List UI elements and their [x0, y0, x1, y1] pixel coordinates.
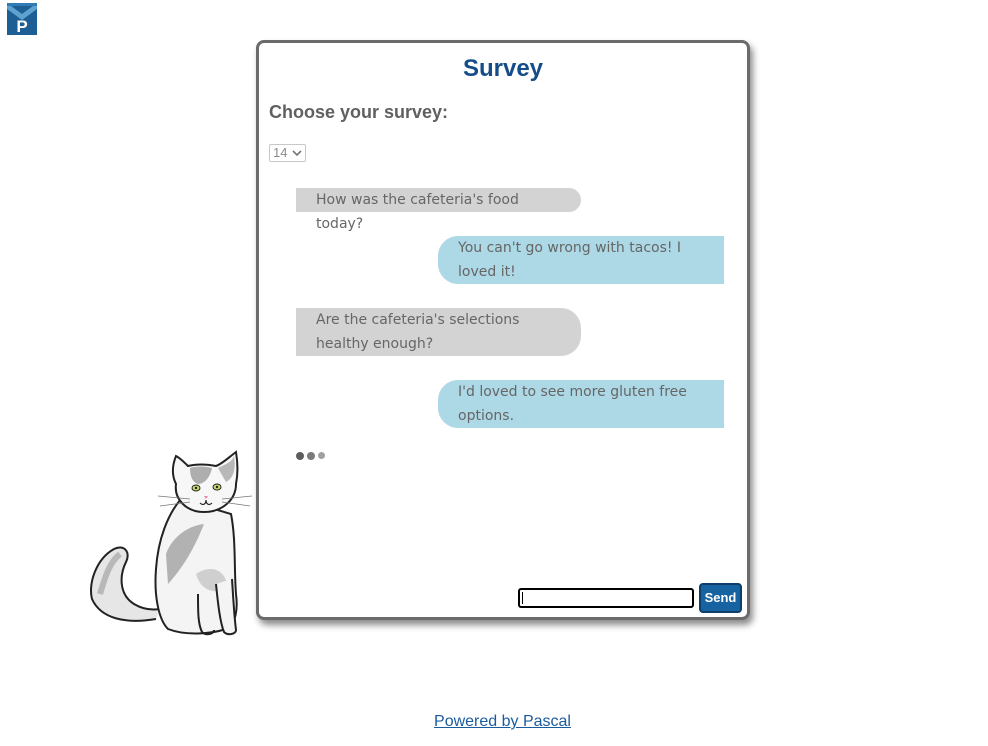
- typing-dot: [307, 452, 315, 460]
- send-button[interactable]: Send: [699, 583, 742, 613]
- survey-select[interactable]: 14: [269, 144, 306, 162]
- typing-dot: [318, 452, 325, 459]
- text-caret: [522, 592, 523, 604]
- message-input[interactable]: [518, 588, 694, 608]
- powered-by-link[interactable]: Powered by Pascal: [0, 713, 988, 731]
- user-message: You can't go wrong with tacos! I loved i…: [438, 236, 724, 284]
- logo-letter: P: [16, 17, 27, 35]
- survey-panel: Survey Choose your survey: 14 How was th…: [256, 40, 750, 620]
- typing-indicator: [296, 452, 328, 460]
- bot-message: Are the cafeteria's selections healthy e…: [296, 308, 581, 356]
- message-text: How was the cafeteria's food today?: [316, 192, 519, 232]
- chevron-down-icon: [292, 150, 302, 157]
- choose-survey-label: Choose your survey:: [269, 102, 449, 122]
- message-text: I'd loved to see more gluten free option…: [458, 384, 687, 424]
- message-text: You can't go wrong with tacos! I loved i…: [458, 240, 682, 280]
- survey-title: Survey: [462, 55, 544, 82]
- pascal-logo: P: [7, 3, 37, 36]
- survey-select-value: 14: [273, 145, 288, 160]
- pascal-logo-icon: P: [7, 3, 37, 36]
- typing-dot: [296, 452, 304, 460]
- user-message: I'd loved to see more gluten free option…: [438, 380, 724, 428]
- cat-illustration: [86, 444, 256, 640]
- message-text: Are the cafeteria's selections healthy e…: [316, 312, 520, 352]
- bot-message: How was the cafeteria's food today?: [296, 188, 581, 232]
